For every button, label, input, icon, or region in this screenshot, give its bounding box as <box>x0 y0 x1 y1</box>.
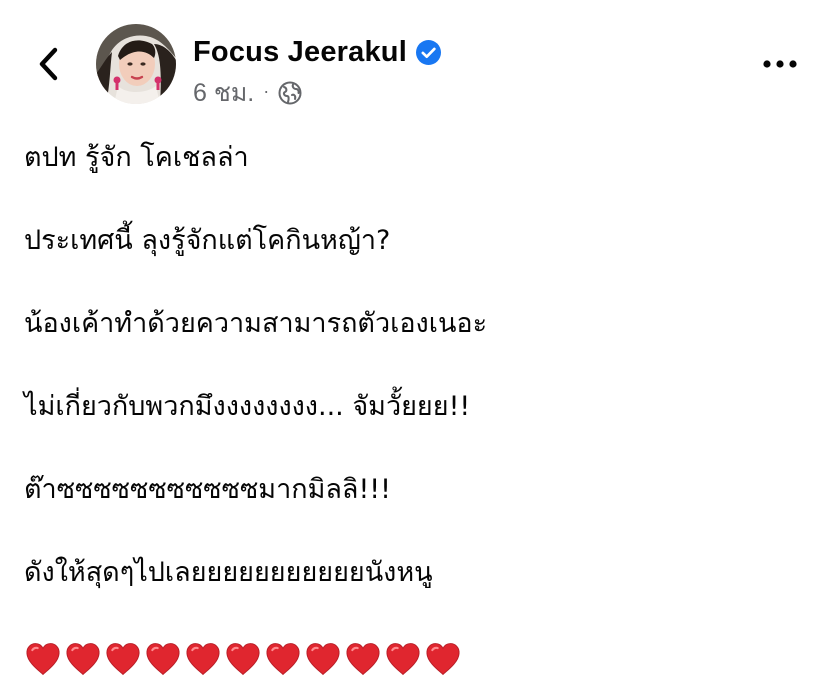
chevron-left-icon <box>39 47 58 81</box>
globe-icon[interactable] <box>278 81 302 105</box>
post-line: ตปท รู้จัก โคเชลล่า <box>24 142 249 173</box>
post-timestamp[interactable]: 6 ชม. <box>193 73 254 113</box>
post-text: ตปท รู้จัก โคเชลล่า ประเทศนี้ ลุงรู้จักแ… <box>24 138 814 636</box>
heart-emoji <box>146 643 180 676</box>
heart-emoji-row <box>24 640 462 682</box>
more-horizontal-icon <box>763 60 797 68</box>
avatar-image <box>96 24 176 104</box>
avatar[interactable] <box>96 24 176 104</box>
post-line: ต๊าซซซซซซซซซซซมากมิลลิ!!! <box>24 474 391 505</box>
heart-emoji <box>266 643 300 676</box>
post-meta: 6 ชม. · <box>193 76 302 110</box>
more-options-button[interactable] <box>756 50 804 78</box>
post-line: ประเทศนี้ ลุงรู้จักแต่โคกินหญ้า? <box>24 225 391 256</box>
post-line: ไม่เกี่ยวกับพวกมึงงงงงงงง... จัมวั้ยยย!! <box>24 391 471 422</box>
heart-emoji <box>26 643 60 676</box>
heart-emoji <box>226 643 260 676</box>
author-name[interactable]: Focus Jeerakul <box>193 36 407 69</box>
back-button[interactable] <box>28 42 68 86</box>
heart-emoji <box>346 643 380 676</box>
meta-separator: · <box>263 80 270 101</box>
post-header: Focus Jeerakul 6 ชม. · <box>0 0 828 120</box>
heart-emoji <box>66 643 100 676</box>
post-line: ดังให้สุดๆไปเลยยยยยยยยยยยนังหนู <box>24 557 433 588</box>
heart-emoji <box>306 643 340 676</box>
heart-emoji <box>106 643 140 676</box>
author-row: Focus Jeerakul <box>193 32 441 72</box>
heart-emoji <box>426 643 460 676</box>
heart-emoji <box>186 643 220 676</box>
heart-emoji <box>386 643 420 676</box>
verified-badge-icon <box>415 39 441 65</box>
post-line: น้องเค้าทำด้วยความสามารถตัวเองเนอะ <box>24 308 488 339</box>
